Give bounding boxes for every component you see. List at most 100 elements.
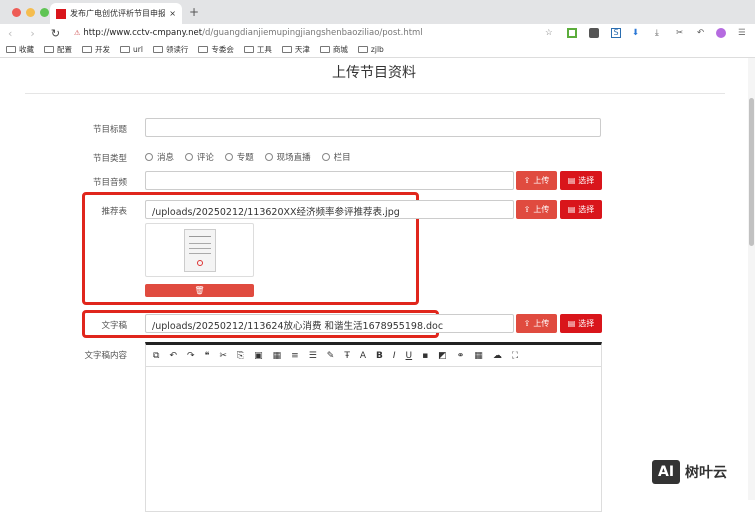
undo-icon[interactable]: ↶ [169,351,177,361]
bookmarks-bar: 收藏 配置 开发 url 领读行 专委会 工具 天津 商城 zjlb [0,42,755,58]
site-favicon-icon [56,8,66,19]
watermark-text: 树叶云 [685,465,728,481]
url-field[interactable]: http://www.cctv-cmpany.net/d/guangdianji… [83,28,422,38]
audio-label: 节目音频 [92,178,127,188]
scrollbar[interactable] [748,58,755,500]
bookmark-folder[interactable]: 配置 [44,44,72,55]
audio-input[interactable] [145,171,514,190]
folder-icon [6,46,16,53]
folder-icon [319,46,330,53]
tab-bar: 发布广电创优评析节目申报 - C × + [0,0,755,24]
scissors-icon[interactable]: ✂ [676,28,683,38]
bookmark-star-icon[interactable]: ☆ [545,28,553,38]
delete-image-button[interactable]: 🗑 [145,284,254,297]
align-center-icon[interactable]: ☰ [309,351,317,361]
folder-icon [120,46,130,53]
source-code-icon[interactable]: ⧉ [153,351,159,361]
italic-icon[interactable]: I [393,351,396,361]
list-icon: ▤ [567,205,576,214]
bookmark-folder[interactable]: 开发 [82,44,110,55]
title-label: 节目标题 [92,125,127,135]
image-thumbnail[interactable] [145,223,254,277]
title-input[interactable] [145,118,601,137]
upload-cloud-icon[interactable]: ☁ [493,351,502,361]
type-radio-column[interactable]: 栏目 [321,151,351,163]
paste-text-icon[interactable]: ▣ [254,351,263,361]
document-upload-button[interactable]: ⇪ 上传 [516,314,557,333]
font-family-icon[interactable]: A [360,351,366,361]
underline-icon[interactable]: U [406,351,413,361]
content-label: 文字稿内容 [84,351,127,361]
folder-icon [281,46,292,53]
trash-icon: 🗑 [194,286,205,295]
close-window-button[interactable] [12,8,21,17]
back-icon[interactable]: ‹ [8,27,12,40]
bookmark-folder[interactable]: 收藏 [6,44,34,55]
minimize-window-button[interactable] [26,8,35,17]
maximize-window-button[interactable] [40,8,49,17]
download-icon[interactable]: ⤓ [655,28,659,38]
align-left-icon[interactable]: ≡ [291,351,299,361]
reader-extension-icon[interactable] [589,28,599,38]
bookmark-folder[interactable]: 领读行 [152,44,188,55]
bookmark-folder[interactable]: zjlb [357,45,384,54]
new-tab-button[interactable]: + [189,5,199,19]
forward-icon[interactable]: › [30,27,34,40]
editor-toolbar: ⧉ ↶ ↷ ❝ ✂ ⎘ ▣ ▦ ≡ ☰ ✎ Ŧ A B I U ▪ ◩ ⚭ ▦ ☁ ⛶ [146,345,601,367]
redo-icon[interactable]: ↷ [187,351,195,361]
clear-format-icon[interactable]: ✎ [327,351,335,361]
rich-text-editor: ⧉ ↶ ↷ ❝ ✂ ⎘ ▣ ▦ ≡ ☰ ✎ Ŧ A B I U ▪ ◩ ⚭ ▦ ☁ ⛶ [145,342,602,512]
bookmark-folder[interactable]: 天津 [281,44,310,55]
recommendation-label: 推荐表 [101,207,127,217]
document-preview [184,229,216,272]
browser-tab[interactable]: 发布广电创优评析节目申报 - C × [50,3,182,24]
folder-icon [357,46,368,53]
audio-upload-button[interactable]: ⇪ 上传 [516,171,557,190]
tab-close-icon[interactable]: × [169,9,176,18]
document-select-button[interactable]: ▤ 选择 [560,314,602,333]
type-radio-group: 消息 评论 专题 现场直播 栏目 [145,151,359,164]
download-extension-icon[interactable]: ⬇ [632,28,639,38]
font-size-icon[interactable]: Ŧ [344,351,350,361]
bookmark-folder[interactable]: url [120,45,143,54]
editor-content[interactable] [146,367,601,517]
address-bar-row: ‹ › ↻ ⚠ http://www.cctv-cmpany.net/d/gua… [0,24,755,42]
type-radio-feature[interactable]: 专题 [224,151,254,163]
quote-icon[interactable]: ❝ [205,351,210,361]
type-radio-news[interactable]: 消息 [145,151,174,163]
copy-icon[interactable]: ⎘ [237,351,244,361]
type-radio-live[interactable]: 现场直播 [264,151,311,163]
fullscreen-icon[interactable]: ⛶ [512,351,518,361]
undo-icon[interactable]: ↶ [697,28,704,38]
link-icon[interactable]: ⚭ [457,351,465,361]
profile-extension-icon[interactable] [716,28,726,38]
s-extension-icon[interactable]: S [611,28,621,38]
table-icon[interactable]: ▦ [474,351,483,361]
bold-icon[interactable]: B [376,351,383,361]
tab-title: 发布广电创优评析节目申报 - C [70,9,166,18]
bookmark-folder[interactable]: 商城 [319,44,348,55]
audio-select-button[interactable]: ▤ 选择 [560,171,602,190]
recommendation-upload-button[interactable]: ⇪ 上传 [516,200,557,219]
type-label: 节目类型 [92,154,127,164]
gallery-icon[interactable]: ◩ [438,351,447,361]
divider [25,93,725,94]
paste-icon[interactable]: ▦ [273,351,282,361]
document-input[interactable]: /uploads/20250212/113624放心消费 和谐生活1678955… [145,314,514,333]
upload-icon: ⇪ [523,319,531,328]
folder-icon [198,46,209,53]
reload-icon[interactable]: ↻ [51,27,60,40]
folder-icon [82,46,92,53]
insecure-icon: ⚠ [74,29,81,37]
bookmark-folder[interactable]: 工具 [243,44,272,55]
qr-extension-icon[interactable] [567,28,577,38]
scrollbar-thumb[interactable] [749,98,754,246]
list-icon: ▤ [567,176,576,185]
bookmark-folder[interactable]: 专委会 [198,44,234,55]
cut-icon[interactable]: ✂ [219,351,227,361]
recommendation-input[interactable]: /uploads/20250212/113620XX经济频率参评推荐表.jpg [145,200,514,219]
image-icon[interactable]: ▪ [422,351,428,361]
recommendation-select-button[interactable]: ▤ 选择 [560,200,602,219]
menu-icon[interactable]: ☰ [738,28,746,38]
type-radio-comment[interactable]: 评论 [184,151,214,163]
